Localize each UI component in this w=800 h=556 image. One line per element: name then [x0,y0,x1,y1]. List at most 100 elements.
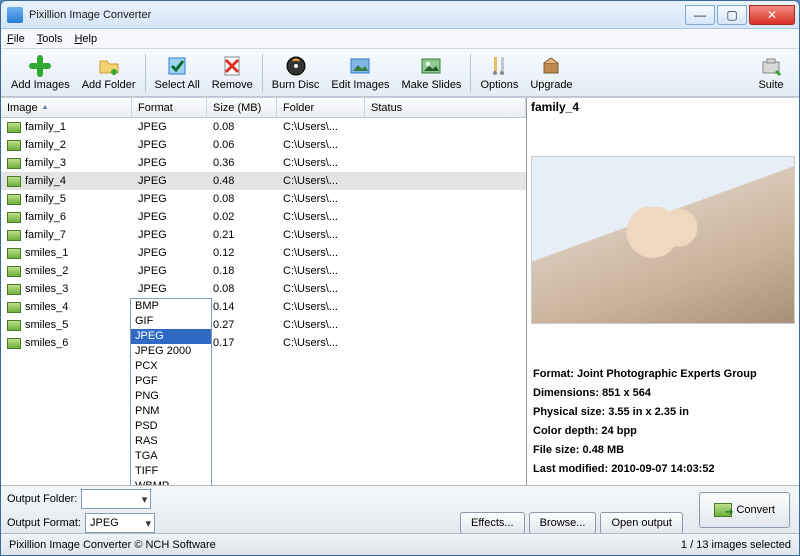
make-slides-button[interactable]: Make Slides [396,52,468,93]
slides-icon [419,54,443,78]
image-file-icon [7,230,21,241]
image-file-icon [7,248,21,259]
menu-tools[interactable]: Tools [37,33,63,45]
image-file-icon [7,266,21,277]
convert-button[interactable]: Convert [699,492,790,528]
meta-format: Format: Joint Photographic Experts Group [527,365,799,384]
table-row[interactable]: smiles_50.27C:\Users\... [1,316,526,334]
image-file-icon [7,158,21,169]
table-row[interactable]: smiles_40.14C:\Users\... [1,298,526,316]
meta-depth: Color depth: 24 bpp [527,422,799,441]
image-file-icon [7,194,21,205]
column-format[interactable]: Format [132,98,207,117]
output-format-combo[interactable]: JPEG [85,513,155,533]
output-folder-label: Output Folder: [7,493,77,505]
status-right: 1 / 13 images selected [681,539,791,551]
format-option[interactable]: WBMP [131,479,211,485]
table-row[interactable]: smiles_60.17C:\Users\... [1,334,526,352]
window-title: Pixillion Image Converter [29,9,683,21]
format-option[interactable]: TIFF [131,464,211,479]
column-status[interactable]: Status [365,98,526,117]
add-images-button[interactable]: Add Images [5,52,76,93]
table-row[interactable]: smiles_3JPEG0.08C:\Users\... [1,280,526,298]
preview-image [531,156,795,324]
image-file-icon [7,140,21,151]
format-option[interactable]: JPEG [131,329,211,344]
folder-plus-icon [97,54,121,78]
app-icon [7,7,23,23]
options-button[interactable]: Options [474,52,524,93]
close-button[interactable]: ✕ [749,5,795,25]
menubar: File Tools Help [1,29,799,49]
format-option[interactable]: PNG [131,389,211,404]
menu-file[interactable]: File [7,33,25,45]
column-image[interactable]: Image [1,98,132,117]
select-all-icon [165,54,189,78]
table-row[interactable]: family_6JPEG0.02C:\Users\... [1,208,526,226]
meta-filesize: File size: 0.48 MB [527,441,799,460]
table-row[interactable]: family_3JPEG0.36C:\Users\... [1,154,526,172]
effects-button[interactable]: Effects... [460,512,525,534]
format-option[interactable]: JPEG 2000 [131,344,211,359]
remove-button[interactable]: Remove [206,52,259,93]
convert-icon [714,503,732,517]
status-bar: Pixillion Image Converter © NCH Software… [1,533,799,555]
table-row[interactable]: family_5JPEG0.08C:\Users\... [1,190,526,208]
select-all-button[interactable]: Select All [149,52,206,93]
table-row[interactable]: smiles_1JPEG0.12C:\Users\... [1,244,526,262]
output-format-label: Output Format: [7,517,81,529]
format-option[interactable]: BMP [131,299,211,314]
disc-icon [284,54,308,78]
app-window: Pixillion Image Converter — ▢ ✕ File Too… [0,0,800,556]
remove-icon [220,54,244,78]
image-file-icon [7,338,21,349]
file-rows[interactable]: family_1JPEG0.08C:\Users\...family_2JPEG… [1,118,526,485]
format-option[interactable]: PGF [131,374,211,389]
meta-modified: Last modified: 2010-09-07 14:03:52 [527,460,799,479]
image-file-icon [7,212,21,223]
open-output-button[interactable]: Open output [600,512,683,534]
image-file-icon [7,176,21,187]
format-dropdown-list[interactable]: BMPGIFJPEGJPEG 2000PCXPGFPNGPNMPSDRASTGA… [130,298,212,485]
preview-panel: family_4 Format: Joint Photographic Expe… [527,98,799,485]
browse-button[interactable]: Browse... [529,512,597,534]
column-size[interactable]: Size (MB) [207,98,277,117]
burn-disc-button[interactable]: Burn Disc [266,52,326,93]
format-option[interactable]: PSD [131,419,211,434]
format-option[interactable]: PCX [131,359,211,374]
table-row[interactable]: smiles_2JPEG0.18C:\Users\... [1,262,526,280]
file-list-panel: Image Format Size (MB) Folder Status fam… [1,98,527,485]
image-file-icon [7,122,21,133]
image-file-icon [7,320,21,331]
options-icon [487,54,511,78]
table-row[interactable]: family_1JPEG0.08C:\Users\... [1,118,526,136]
toolbar: Add Images Add Folder Select All Remove … [1,49,799,97]
output-folder-combo[interactable] [81,489,151,509]
edit-images-button[interactable]: Edit Images [325,52,395,93]
plus-icon [28,54,52,78]
titlebar: Pixillion Image Converter — ▢ ✕ [1,1,799,29]
upgrade-button[interactable]: Upgrade [524,52,578,93]
meta-physical: Physical size: 3.55 in x 2.35 in [527,403,799,422]
add-folder-button[interactable]: Add Folder [76,52,142,93]
table-row[interactable]: family_7JPEG0.21C:\Users\... [1,226,526,244]
column-folder[interactable]: Folder [277,98,365,117]
edit-images-icon [348,54,372,78]
minimize-button[interactable]: — [685,5,715,25]
format-option[interactable]: RAS [131,434,211,449]
format-option[interactable]: GIF [131,314,211,329]
suite-button[interactable]: Suite [747,52,795,93]
status-left: Pixillion Image Converter © NCH Software [9,539,216,551]
suite-icon [759,54,783,78]
image-file-icon [7,284,21,295]
bottom-bar: Output Folder: Convert Output Format: JP… [1,485,799,533]
maximize-button[interactable]: ▢ [717,5,747,25]
format-option[interactable]: TGA [131,449,211,464]
upgrade-icon [539,54,563,78]
meta-dimensions: Dimensions: 851 x 564 [527,384,799,403]
table-row[interactable]: family_4JPEG0.48C:\Users\... [1,172,526,190]
format-option[interactable]: PNM [131,404,211,419]
table-row[interactable]: family_2JPEG0.06C:\Users\... [1,136,526,154]
menu-help[interactable]: Help [74,33,97,45]
image-file-icon [7,302,21,313]
